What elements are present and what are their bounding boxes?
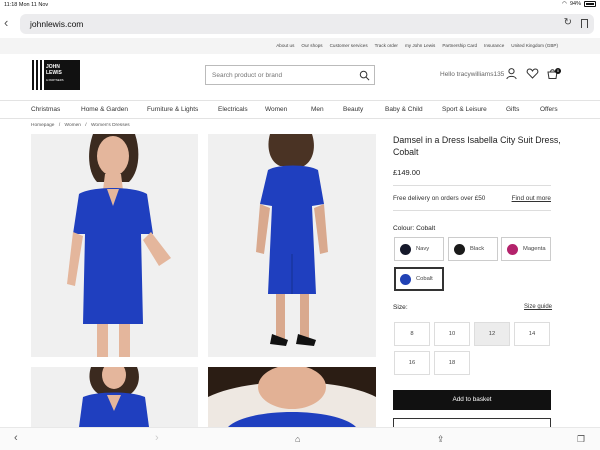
account-greeting[interactable]: Hello tracywilliams135	[440, 71, 504, 78]
util-link-my-john-lewis[interactable]: my John Lewis	[405, 43, 435, 48]
utility-bar: About us Our shops Customer services Tra…	[0, 38, 600, 54]
size-option-10[interactable]: 10	[434, 322, 470, 346]
tabs-icon[interactable]: ❐	[577, 434, 585, 445]
product-image-detail-1[interactable]	[31, 367, 198, 427]
forward-icon[interactable]: ›	[155, 432, 159, 444]
status-indicators: ◠ 94%	[562, 1, 596, 7]
util-link-about[interactable]: About us	[276, 43, 294, 48]
nav-electricals[interactable]: Electricals	[218, 106, 248, 113]
size-option-14[interactable]: 14	[514, 322, 550, 346]
size-label: Size:	[393, 304, 408, 311]
colour-name: Black	[470, 246, 485, 252]
colour-name: Cobalt	[416, 276, 433, 282]
util-link-insurance[interactable]: Insurance	[484, 43, 504, 48]
status-time: 11:18 Mon 11 Nov	[4, 2, 49, 8]
nav-baby-child[interactable]: Baby & Child	[385, 106, 423, 113]
add-to-basket-button[interactable]: Add to basket	[393, 390, 551, 410]
find-out-more-link[interactable]: Find out more	[512, 195, 551, 202]
colour-name: Magenta	[523, 246, 546, 252]
search-icon[interactable]	[359, 70, 370, 81]
battery-percent: 94%	[569, 1, 581, 7]
nav-women[interactable]: Women	[265, 106, 287, 113]
search-input[interactable]	[212, 69, 352, 81]
product-image-back[interactable]	[208, 134, 376, 357]
nav-furniture-lights[interactable]: Furniture & Lights	[147, 106, 198, 113]
colour-label: Colour: Cobalt	[393, 225, 436, 232]
browser-bottom-toolbar: ‹ › ⌂ ⇪ ❐	[0, 427, 600, 450]
util-link-track-order[interactable]: Track order	[375, 43, 398, 48]
url-text[interactable]: johnlewis.com	[30, 19, 83, 29]
account-icon[interactable]	[505, 67, 518, 80]
size-option-16[interactable]: 16	[394, 351, 430, 375]
nav-men[interactable]: Men	[311, 106, 324, 113]
size-guide-link[interactable]: Size guide	[524, 304, 552, 310]
logo-wordmark: JOHN LEWIS & PARTNERS	[44, 60, 80, 90]
colour-swatch-navy[interactable]: Navy	[394, 237, 444, 261]
back-icon[interactable]: ‹	[14, 432, 18, 444]
size-option-12[interactable]: 12	[474, 322, 510, 346]
delivery-text: Free delivery on orders over £50	[393, 195, 486, 202]
site-header: JOHN LEWIS & PARTNERS Hello tracywilliam…	[0, 54, 600, 100]
basket-count-badge: 0	[555, 68, 561, 74]
status-bar: 11:18 Mon 11 Nov ◠ 94%	[0, 0, 600, 10]
back-chevron-icon[interactable]: ‹	[4, 15, 8, 30]
nav-sport-leisure[interactable]: Sport & Leisure	[442, 106, 487, 113]
colour-swatch-cobalt[interactable]: Cobalt	[394, 267, 444, 291]
size-option-18[interactable]: 18	[434, 351, 470, 375]
util-link-partnership-card[interactable]: Partnership Card	[442, 43, 477, 48]
share-icon[interactable]: ⇪	[437, 434, 445, 445]
battery-icon	[584, 1, 596, 7]
colour-dot	[400, 274, 411, 285]
util-link-region[interactable]: United Kingdom (GBP)	[511, 43, 558, 48]
breadcrumb-separator: /	[85, 123, 87, 128]
breadcrumb-women[interactable]: Women	[65, 123, 81, 128]
main-navigation: Christmas Home & Garden Furniture & Ligh…	[0, 100, 600, 119]
size-option-8[interactable]: 8	[394, 322, 430, 346]
colour-swatch-black[interactable]: Black	[448, 237, 498, 261]
breadcrumb: Homepage / Women / Women's Dresses	[31, 123, 133, 128]
colour-name: Navy	[416, 246, 430, 252]
breadcrumb-homepage[interactable]: Homepage	[31, 123, 54, 128]
colour-swatch-magenta[interactable]: Magenta	[501, 237, 551, 261]
util-link-shops[interactable]: Our shops	[301, 43, 322, 48]
colour-dot	[400, 244, 411, 255]
breadcrumb-separator: /	[58, 123, 61, 128]
colour-dot	[507, 244, 518, 255]
wifi-icon: ◠	[562, 1, 567, 7]
bookmark-icon[interactable]	[581, 19, 588, 28]
john-lewis-logo[interactable]: JOHN LEWIS & PARTNERS	[30, 60, 80, 90]
logo-bars	[30, 60, 44, 90]
nav-home-garden[interactable]: Home & Garden	[81, 106, 128, 113]
search-box[interactable]	[205, 65, 375, 85]
nav-offers[interactable]: Offers	[540, 106, 558, 113]
product-image-front[interactable]	[31, 134, 198, 357]
product-title: Damsel in a Dress Isabella City Suit Dre…	[393, 135, 561, 157]
browser-toolbar: ‹ johnlewis.com ↻	[0, 10, 600, 38]
breadcrumb-womens-dresses[interactable]: Women's Dresses	[91, 123, 130, 128]
home-icon[interactable]: ⌂	[295, 434, 300, 444]
colour-dot	[454, 244, 465, 255]
nav-gifts[interactable]: Gifts	[506, 106, 519, 113]
wishlist-heart-icon[interactable]	[526, 67, 539, 80]
product-image-detail-2[interactable]	[208, 367, 376, 427]
utility-links: About us Our shops Customer services Tra…	[276, 43, 558, 48]
nav-christmas[interactable]: Christmas	[31, 106, 60, 113]
nav-beauty[interactable]: Beauty	[343, 106, 363, 113]
address-bar[interactable]: johnlewis.com ↻	[20, 14, 594, 34]
util-link-customer-services[interactable]: Customer services	[330, 43, 368, 48]
product-price: £149.00	[393, 168, 421, 177]
delivery-info: Free delivery on orders over £50 Find ou…	[393, 185, 551, 211]
reload-icon[interactable]: ↻	[564, 17, 572, 28]
